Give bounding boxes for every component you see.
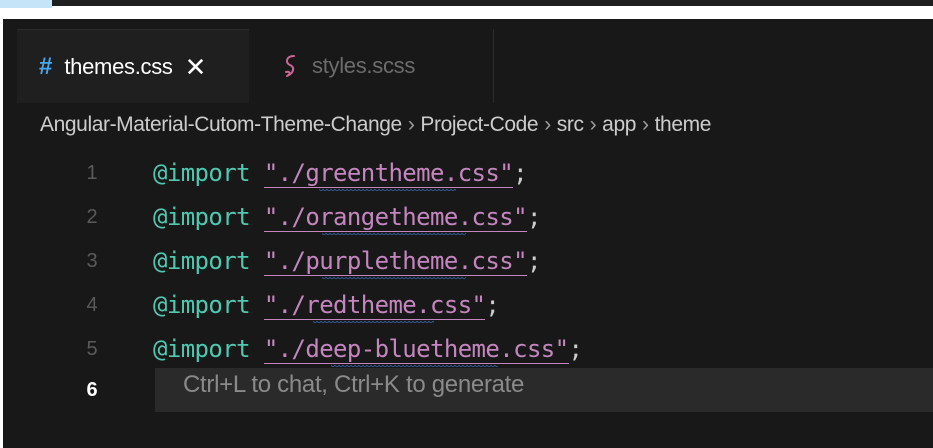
spellcheck-squiggle bbox=[321, 233, 467, 236]
line-number: 4 bbox=[86, 293, 98, 316]
spellcheck-squiggle bbox=[321, 277, 467, 280]
code-line[interactable]: 5 @import "./deep-bluetheme.css"; bbox=[3, 327, 933, 371]
window-top-strip bbox=[0, 0, 933, 8]
line-number: 5 bbox=[86, 337, 98, 360]
line-content: @import "./greentheme.css"; bbox=[153, 159, 528, 192]
code-line[interactable]: 3 @import "./purpletheme.css"; bbox=[3, 239, 933, 283]
css-hash-icon: # bbox=[39, 52, 53, 80]
line-number: 3 bbox=[86, 249, 98, 272]
import-path[interactable]: "./greentheme.css" bbox=[263, 159, 514, 192]
spellcheck-squiggle bbox=[312, 321, 435, 324]
semicolon: ; bbox=[485, 291, 500, 319]
top-accent bbox=[0, 0, 52, 8]
tab-themes-css[interactable]: # themes.css ✕ bbox=[17, 29, 249, 103]
line-content: @import "./purpletheme.css"; bbox=[153, 247, 541, 280]
code-line[interactable]: 1 @import "./greentheme.css"; bbox=[3, 151, 933, 195]
tab-label: styles.scss bbox=[312, 53, 416, 78]
breadcrumb-item[interactable]: Project-Code bbox=[420, 113, 538, 136]
line-content: @import "./orangetheme.css"; bbox=[153, 203, 541, 236]
code-line[interactable]: 4 @import "./redtheme.css"; bbox=[3, 283, 933, 327]
semicolon: ; bbox=[568, 335, 583, 363]
line-content: @import "./redtheme.css"; bbox=[153, 291, 500, 324]
import-keyword: @import bbox=[153, 335, 251, 363]
breadcrumb-separator: › bbox=[642, 113, 649, 136]
semicolon: ; bbox=[513, 159, 527, 187]
line-content: @import "./deep-bluetheme.css"; bbox=[153, 335, 583, 368]
line-number: 6 bbox=[86, 378, 98, 401]
import-path[interactable]: "./purpletheme.css" bbox=[263, 247, 528, 280]
tab-bar: # themes.css ✕ styles.scss bbox=[3, 19, 933, 103]
import-keyword: @import bbox=[153, 291, 251, 319]
import-path[interactable]: "./deep-bluetheme.css" bbox=[263, 335, 569, 368]
close-icon[interactable]: ✕ bbox=[185, 54, 207, 80]
import-path[interactable]: "./redtheme.css" bbox=[263, 291, 486, 324]
breadcrumb-separator: › bbox=[589, 113, 597, 136]
breadcrumb-item[interactable]: app bbox=[602, 113, 636, 136]
ai-hint-text: Ctrl+L to chat, Ctrl+K to generate bbox=[183, 371, 525, 398]
tab-styles-scss[interactable]: styles.scss bbox=[250, 29, 494, 103]
breadcrumb-item[interactable]: Angular-Material-Cutom-Theme-Change bbox=[40, 113, 402, 136]
import-keyword: @import bbox=[153, 159, 251, 187]
line-number: 1 bbox=[86, 161, 98, 184]
sass-icon bbox=[282, 53, 300, 79]
breadcrumb-separator: › bbox=[407, 113, 415, 136]
line-number: 2 bbox=[86, 205, 98, 228]
tab-label: themes.css bbox=[64, 53, 173, 79]
breadcrumb-separator: › bbox=[544, 113, 551, 136]
code-line[interactable]: 2 @import "./orangetheme.css"; bbox=[3, 195, 933, 239]
spellcheck-squiggle bbox=[318, 189, 456, 192]
breadcrumb: Angular-Material-Cutom-Theme-Change › Proj… bbox=[40, 113, 711, 145]
import-path[interactable]: "./orangetheme.css" bbox=[263, 203, 528, 236]
breadcrumb-item[interactable]: theme bbox=[655, 113, 712, 136]
top-bar bbox=[52, 0, 933, 6]
code-editor[interactable]: # themes.css ✕ styles.scss Angular-Mater… bbox=[3, 19, 933, 448]
import-keyword: @import bbox=[153, 247, 251, 275]
import-keyword: @import bbox=[153, 203, 251, 231]
semicolon: ; bbox=[526, 247, 541, 275]
breadcrumb-item[interactable]: src bbox=[557, 113, 584, 136]
semicolon: ; bbox=[526, 203, 541, 231]
